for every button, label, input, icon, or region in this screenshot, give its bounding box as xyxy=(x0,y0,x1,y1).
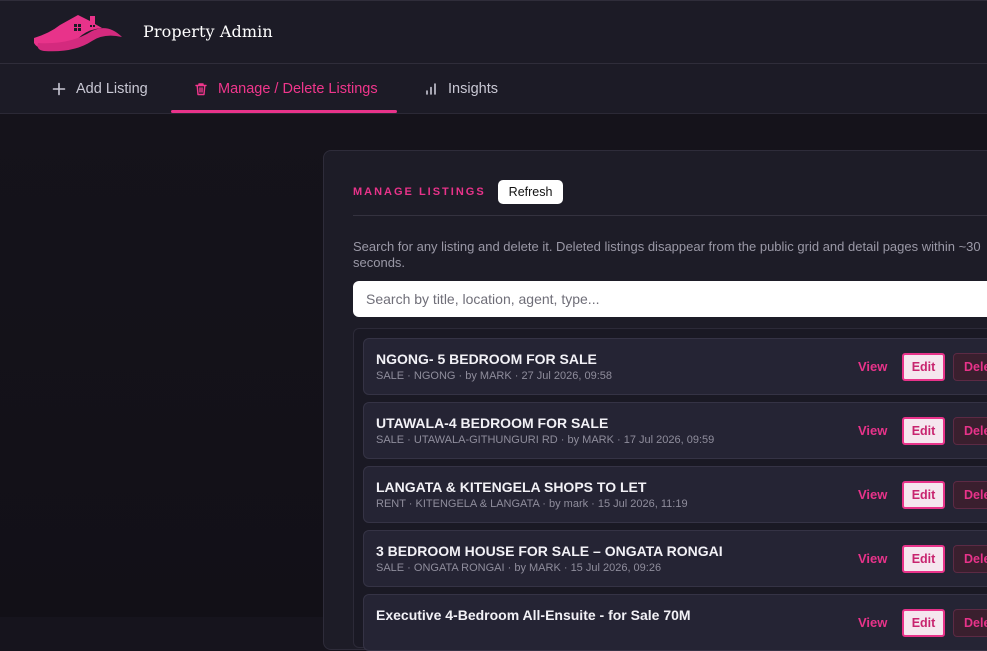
trash-icon xyxy=(195,82,207,95)
tab-manage-delete-listings[interactable]: Manage / Delete Listings xyxy=(194,64,378,113)
search-input[interactable] xyxy=(353,281,987,317)
listing-row: NGONG- 5 BEDROOM FOR SALE SALE · NGONG ·… xyxy=(363,338,987,395)
plus-icon xyxy=(52,82,66,95)
delete-button[interactable]: Delete xyxy=(953,545,987,573)
view-link[interactable]: View xyxy=(858,615,887,630)
tab-add-listing[interactable]: Add Listing xyxy=(52,64,148,113)
tab-label: Manage / Delete Listings xyxy=(218,80,378,97)
help-text: Search for any listing and delete it. De… xyxy=(353,239,981,270)
listing-meta: SALE · ONGATA RONGAI · by MARK · 15 Jul … xyxy=(376,562,662,574)
view-link[interactable]: View xyxy=(858,551,887,566)
refresh-button[interactable]: Refresh xyxy=(497,180,564,204)
divider xyxy=(353,215,987,216)
listing-row: Executive 4-Bedroom All-Ensuite - for Sa… xyxy=(363,594,987,651)
delete-button[interactable]: Delete xyxy=(953,417,987,445)
delete-button[interactable]: Delete xyxy=(953,609,987,637)
house-logo-icon[interactable] xyxy=(30,13,124,53)
listing-meta: SALE · UTAWALA-GITHUNGURI RD · by MARK ·… xyxy=(376,434,715,446)
listing-title: NGONG- 5 BEDROOM FOR SALE xyxy=(376,351,597,367)
tab-bar: Add Listing Manage / Delete Listings Ins… xyxy=(0,64,987,114)
view-link[interactable]: View xyxy=(858,487,887,502)
listing-row: 3 BEDROOM HOUSE FOR SALE – ONGATA RONGAI… xyxy=(363,530,987,587)
delete-button[interactable]: Delete xyxy=(953,481,987,509)
listing-meta: RENT · KITENGELA & LANGATA · by mark · 1… xyxy=(376,498,688,510)
listing-title: UTAWALA-4 BEDROOM FOR SALE xyxy=(376,415,609,431)
bar-chart-icon xyxy=(426,82,436,95)
edit-button[interactable]: Edit xyxy=(902,481,945,509)
active-tab-indicator xyxy=(171,110,397,113)
app-title: Property Admin xyxy=(143,22,273,41)
view-link[interactable]: View xyxy=(858,423,887,438)
listing-meta: SALE · NGONG · by MARK · 27 Jul 2026, 09… xyxy=(376,370,612,382)
edit-button[interactable]: Edit xyxy=(902,545,945,573)
listing-title: Executive 4-Bedroom All-Ensuite - for Sa… xyxy=(376,607,691,623)
edit-button[interactable]: Edit xyxy=(902,417,945,445)
section-title: MANAGE LISTINGS xyxy=(353,186,486,198)
edit-button[interactable]: Edit xyxy=(902,609,945,637)
listing-title: 3 BEDROOM HOUSE FOR SALE – ONGATA RONGAI xyxy=(376,543,723,559)
listing-title: LANGATA & KITENGELA SHOPS TO LET xyxy=(376,479,647,495)
panel-header: MANAGE LISTINGS Refresh xyxy=(353,180,564,204)
view-link[interactable]: View xyxy=(858,359,887,374)
edit-button[interactable]: Edit xyxy=(902,353,945,381)
tab-insights[interactable]: Insights xyxy=(424,64,498,113)
listing-row: UTAWALA-4 BEDROOM FOR SALE SALE · UTAWAL… xyxy=(363,402,987,459)
tab-label: Add Listing xyxy=(76,80,148,97)
delete-button[interactable]: Delete xyxy=(953,353,987,381)
tab-label: Insights xyxy=(448,80,498,97)
listing-row: LANGATA & KITENGELA SHOPS TO LET RENT · … xyxy=(363,466,987,523)
top-bar: Property Admin xyxy=(0,0,987,64)
